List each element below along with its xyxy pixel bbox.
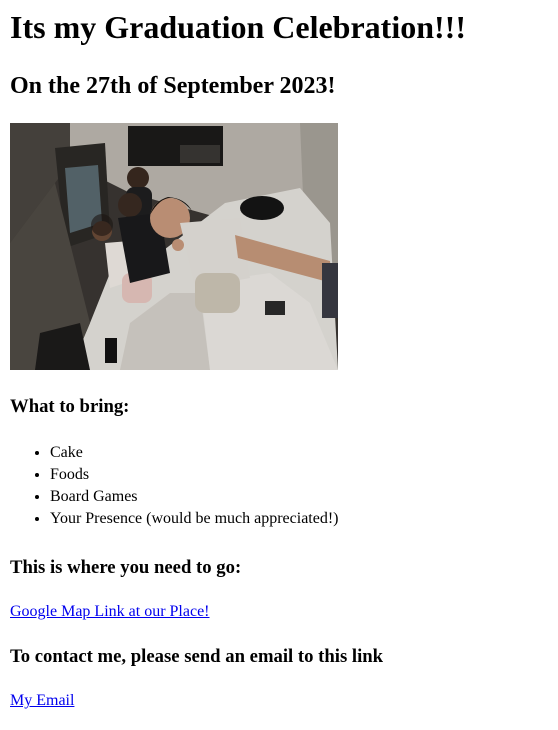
email-link-paragraph: My Email xyxy=(10,668,558,711)
party-photo xyxy=(10,123,338,370)
list-item: Your Presence (would be much appreciated… xyxy=(50,508,558,530)
map-link-paragraph: Google Map Link at our Place! xyxy=(10,579,558,622)
page-title: Its my Graduation Celebration!!! xyxy=(10,9,466,45)
location-heading: This is where you need to go: xyxy=(10,557,242,578)
page-content: Its my Graduation Celebration!!! On the … xyxy=(10,0,558,711)
contact-heading: To contact me, please send an email to t… xyxy=(10,646,384,667)
list-item: Foods xyxy=(50,464,558,486)
email-link[interactable]: My Email xyxy=(10,691,74,711)
list-item: Cake xyxy=(50,442,558,464)
google-map-link[interactable]: Google Map Link at our Place! xyxy=(10,602,210,622)
bring-heading: What to bring: xyxy=(10,396,130,417)
list-item: Board Games xyxy=(50,486,558,508)
bring-list: Cake Foods Board Games Your Presence (wo… xyxy=(10,442,558,530)
date-heading: On the 27th of September 2023! xyxy=(10,73,336,99)
